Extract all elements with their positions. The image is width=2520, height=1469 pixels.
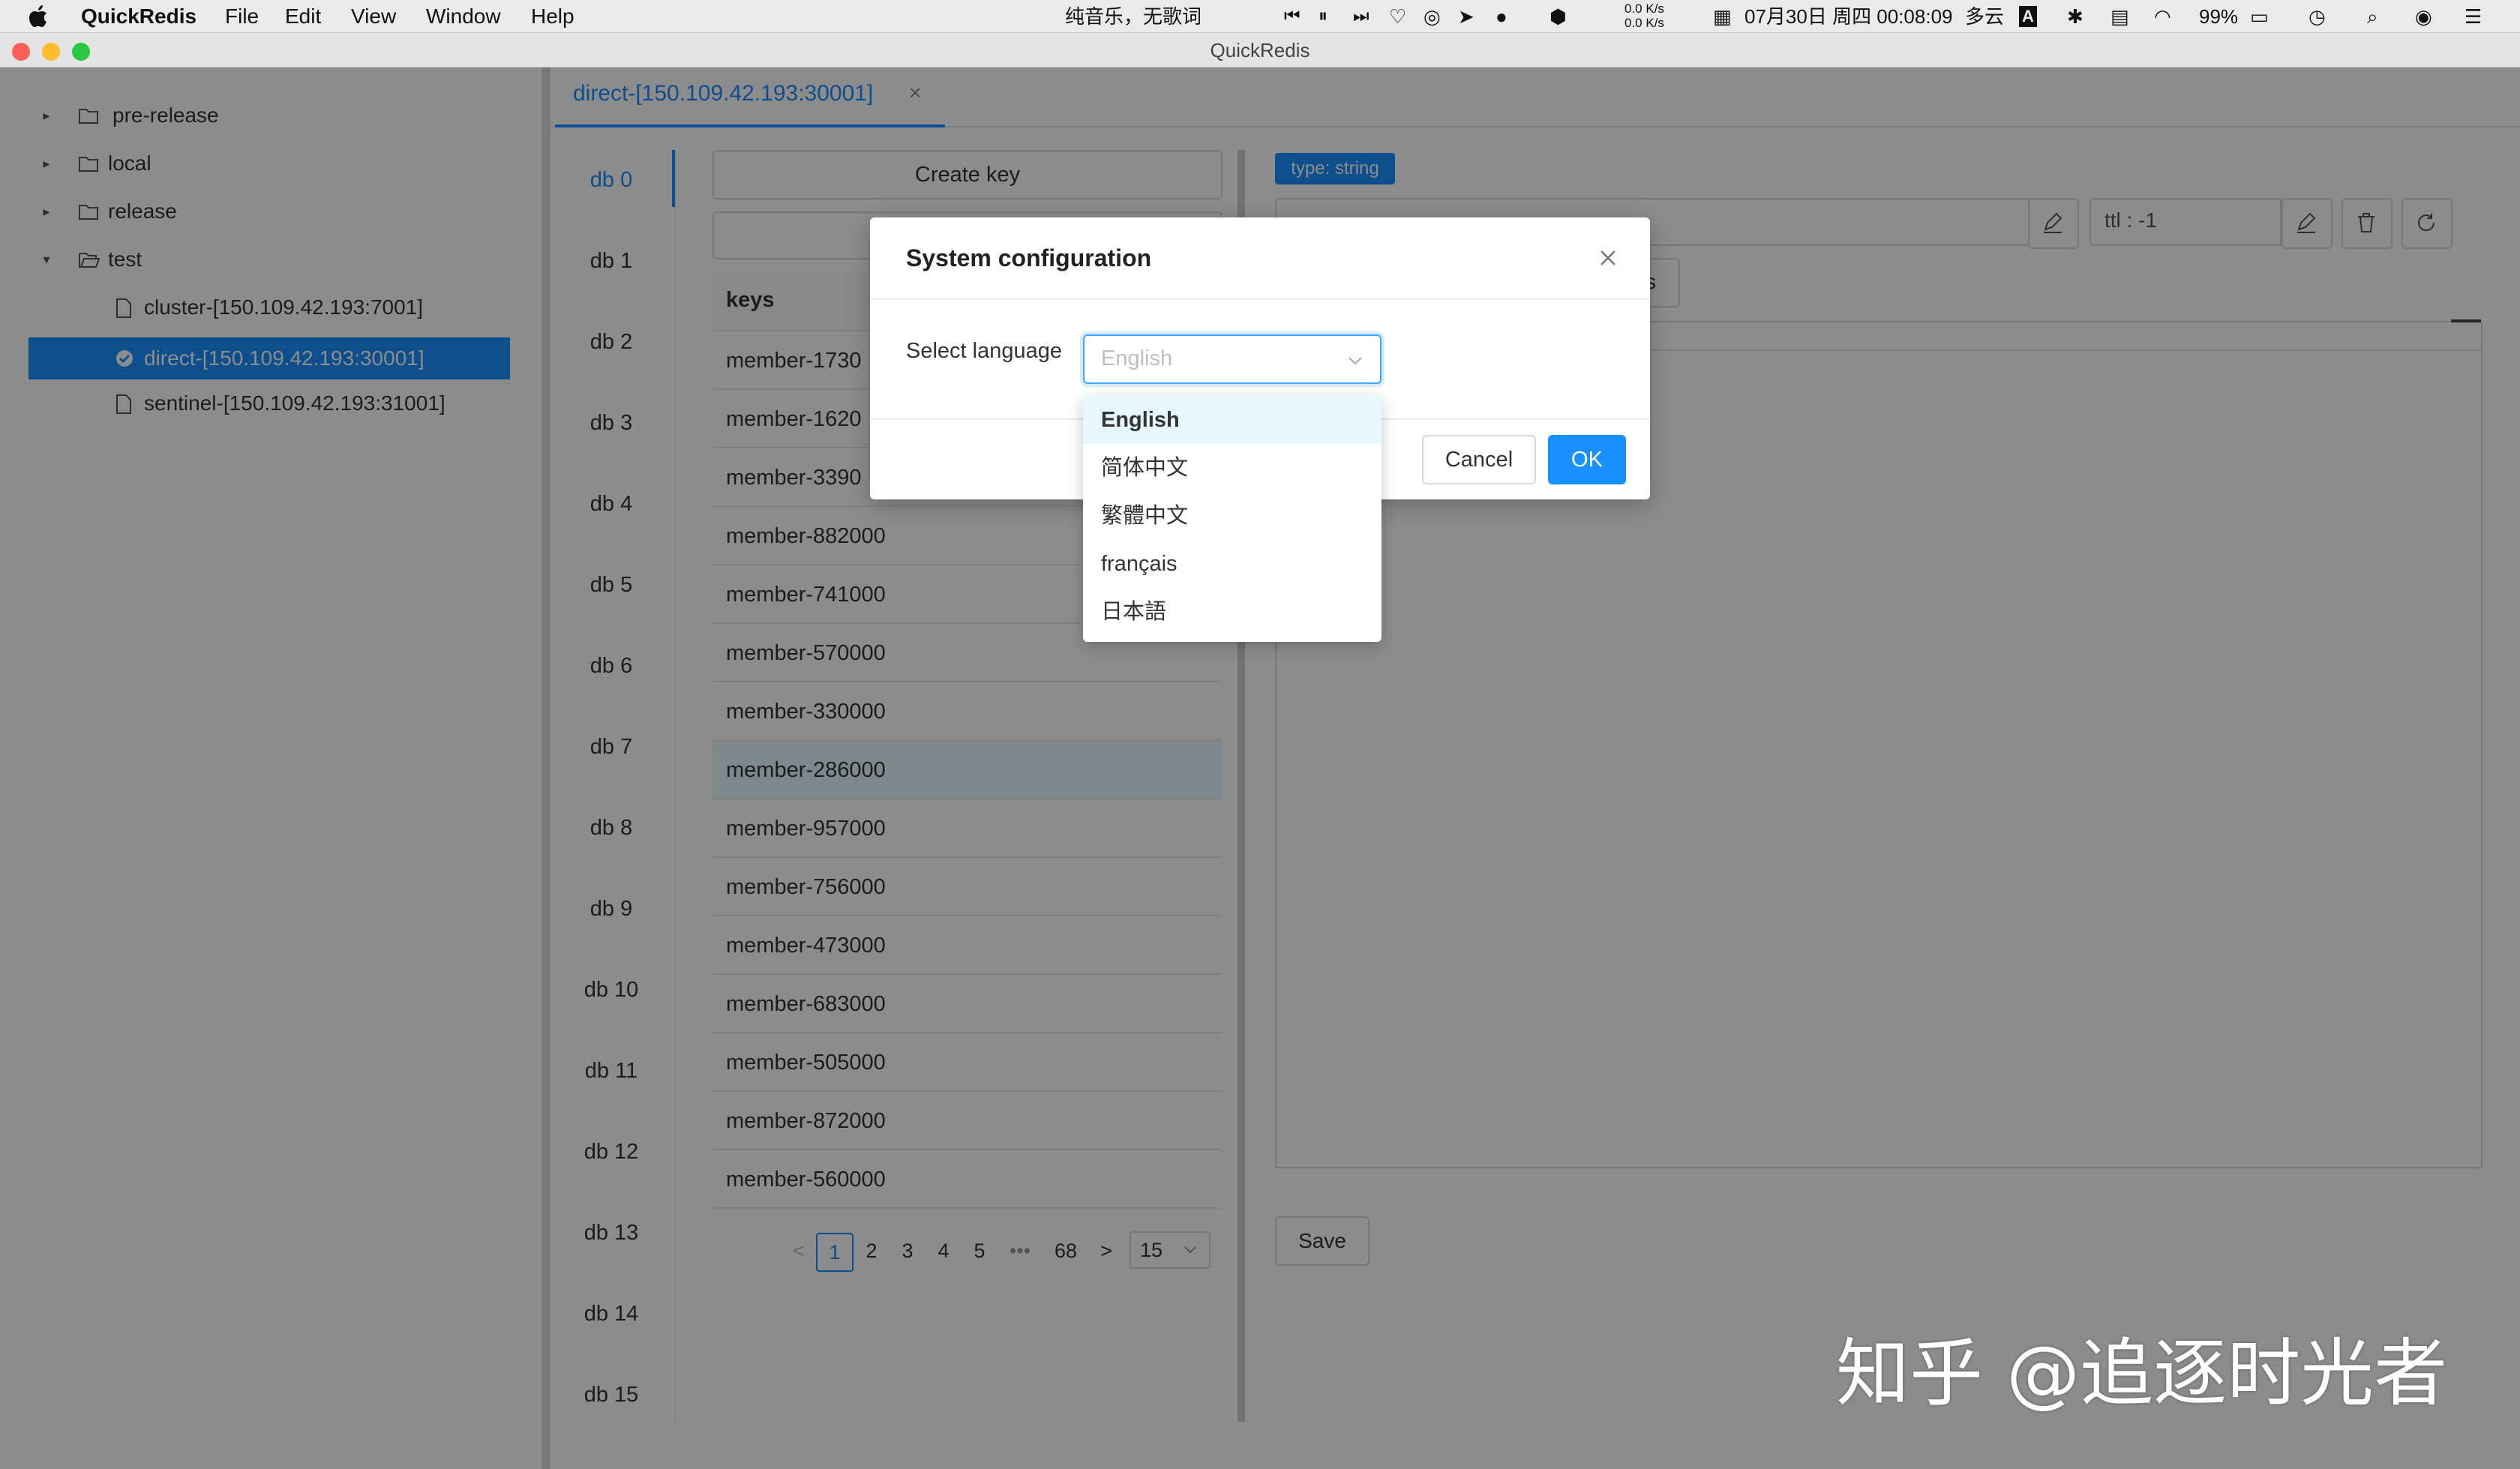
menu-edit[interactable]: Edit [285,0,321,33]
weather-text[interactable]: 多云 [1965,0,2004,33]
window-zoom-button[interactable] [72,43,90,61]
pause-icon[interactable]: ⏸ [1318,0,1328,33]
paper-plane-icon[interactable]: ➤ [1458,0,1474,33]
language-option-english[interactable]: English [1083,396,1382,444]
macos-menubar: QuickRedis File Edit View Window Help 纯音… [0,0,2520,33]
battery-icon[interactable]: ▭ [2250,0,2269,33]
calendar-icon[interactable]: ▦ [1713,0,1732,33]
notification-center-icon[interactable]: ☰ [2464,0,2482,33]
dialog-header-divider [870,298,1650,300]
dialog-close-icon[interactable] [1593,243,1623,273]
language-option-japanese[interactable]: 日本語 [1083,588,1382,636]
app-menu[interactable]: QuickRedis [81,0,196,33]
menu-window[interactable]: Window [426,0,501,33]
zhihu-watermark: 知乎 @追逐时光者 [1836,1331,2448,1417]
language-option-simplified-chinese[interactable]: 简体中文 [1083,444,1382,492]
siri-icon[interactable]: ◉ [2415,0,2432,33]
next-track-icon[interactable]: ⏭ [1353,0,1370,33]
wifi-icon[interactable]: ◠ [2154,0,2171,33]
language-select-value: English [1101,346,1173,370]
net-upload-speed: 0.0 K/s [1624,1,1664,16]
language-option-french[interactable]: français [1083,540,1382,588]
shield-icon[interactable]: ⬢ [1550,0,1567,33]
clock-datetime[interactable]: 07月30日 周四 00:08:09 [1744,0,1953,33]
network-speed: 0.0 K/s 0.0 K/s [1624,1,1684,31]
music-app-icon[interactable]: ◎ [1424,0,1441,33]
menu-help[interactable]: Help [531,0,574,33]
bluetooth-icon[interactable]: ✱ [2067,0,2084,33]
spotlight-search-icon[interactable]: ⌕ [2367,0,2378,33]
keyboard-icon[interactable]: ▤ [2110,0,2129,33]
ok-button[interactable]: OK [1548,435,1626,484]
qq-penguin-icon[interactable]: ● [1496,0,1508,33]
menu-view[interactable]: View [351,0,396,33]
now-playing-text[interactable]: 纯音乐，无歌词 [1065,0,1202,33]
window-minimize-button[interactable] [42,43,60,61]
net-download-speed: 0.0 K/s [1624,16,1664,30]
window-title: QuickRedis [1210,39,1310,61]
battery-percent[interactable]: 99% [2199,0,2238,33]
apple-icon[interactable] [28,5,48,28]
cancel-button[interactable]: Cancel [1422,435,1536,484]
dialog-title: System configuration [906,244,1152,271]
language-option-traditional-chinese[interactable]: 繁體中文 [1083,492,1382,540]
time-machine-icon[interactable]: ◷ [2308,0,2326,33]
input-method-indicator[interactable]: A [2019,6,2037,27]
language-label: Select language [906,339,1062,363]
heart-icon[interactable]: ♡ [1389,0,1406,33]
chevron-down-icon [1348,357,1362,365]
window-close-button[interactable] [12,43,30,61]
previous-track-icon[interactable]: ⏮ [1284,0,1300,33]
menu-file[interactable]: File [225,0,259,33]
